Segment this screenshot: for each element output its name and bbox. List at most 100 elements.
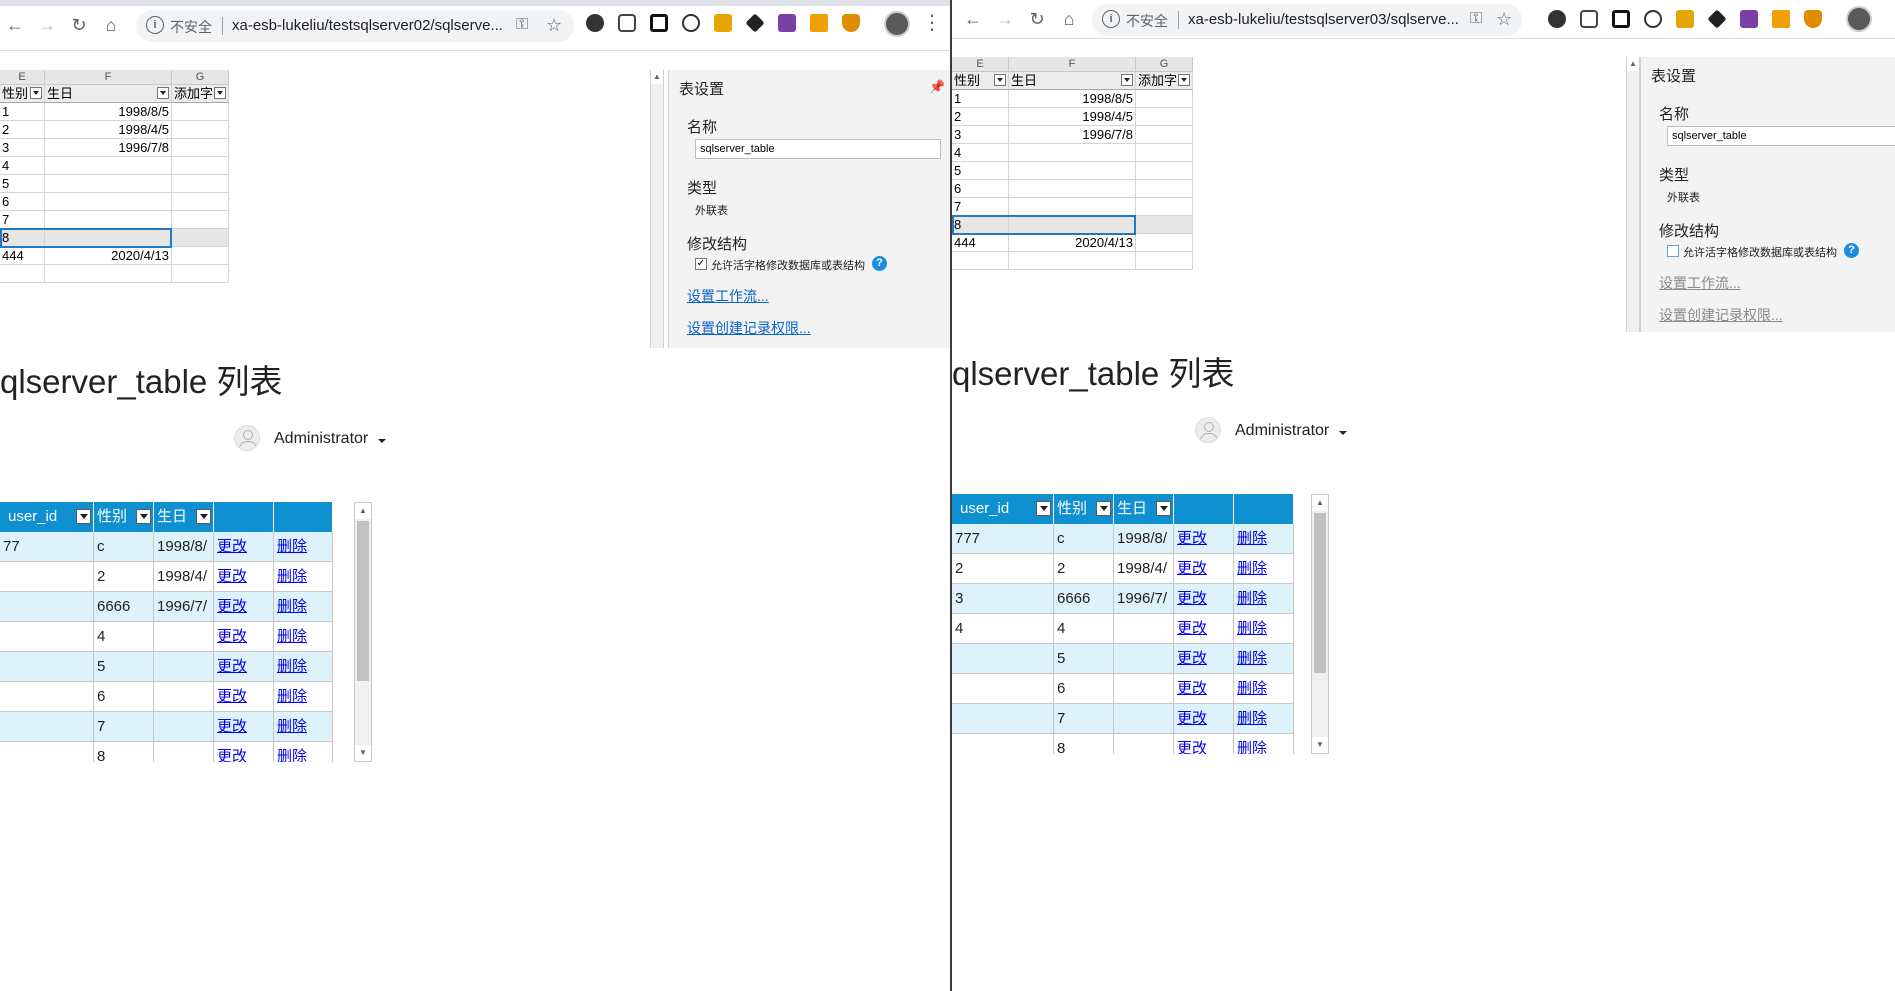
delete-link[interactable]: 删除 <box>277 538 307 555</box>
scroll-down-icon[interactable]: ▼ <box>1312 737 1328 753</box>
allow-modify-checkbox[interactable] <box>1667 245 1679 257</box>
edit-link-cell[interactable]: 更改 <box>214 532 274 562</box>
sheet-cell[interactable]: 3 <box>952 126 1009 144</box>
sheet-cell[interactable]: 1998/8/5 <box>45 103 172 121</box>
delete-link-cell[interactable]: 删除 <box>274 622 333 652</box>
sheet-cell[interactable] <box>1136 216 1193 234</box>
sheet-header-cell[interactable]: 生日 <box>45 85 172 103</box>
sheet-cell[interactable]: 2 <box>0 121 45 139</box>
workflow-link[interactable]: 设置工作流... <box>687 286 769 306</box>
filter-dropdown-icon[interactable] <box>136 509 151 524</box>
address-bar[interactable]: i 不安全 xa-esb-lukeliu/testsqlserver02/sql… <box>136 10 574 42</box>
sheet-cell[interactable] <box>1136 252 1193 270</box>
delete-link[interactable]: 删除 <box>277 658 307 675</box>
scroll-up-icon[interactable]: ▲ <box>1312 495 1328 511</box>
sheet-cell[interactable]: 5 <box>0 175 45 193</box>
sheet-cell[interactable] <box>45 193 172 211</box>
sheet-header-cell[interactable]: 生日 <box>1009 72 1136 90</box>
delete-link[interactable]: 删除 <box>1237 590 1267 607</box>
delete-link-cell[interactable]: 删除 <box>274 592 333 622</box>
pocket-icon[interactable] <box>1580 10 1598 28</box>
onenote-icon[interactable] <box>778 14 796 32</box>
delete-link-cell[interactable]: 删除 <box>274 562 333 592</box>
list-scrollbar[interactable]: ▲ ▼ <box>354 502 372 762</box>
delete-link[interactable]: 删除 <box>277 628 307 645</box>
edit-link[interactable]: 更改 <box>1177 710 1207 727</box>
edit-link[interactable]: 更改 <box>217 628 247 645</box>
delete-link-cell[interactable]: 删除 <box>1234 674 1294 704</box>
list-header-cell[interactable]: 性别 <box>1054 494 1114 524</box>
extension-icon-5[interactable] <box>1676 10 1694 28</box>
delete-link-cell[interactable]: 删除 <box>274 652 333 682</box>
edit-link-cell[interactable]: 更改 <box>1174 704 1234 734</box>
delete-link[interactable]: 删除 <box>277 748 307 762</box>
sheet-cell[interactable] <box>952 252 1009 270</box>
sheet-cell[interactable] <box>1136 180 1193 198</box>
scroll-up-icon[interactable]: ▲ <box>651 70 663 84</box>
filter-dropdown-icon[interactable] <box>214 87 226 99</box>
forward-icon[interactable]: → <box>36 14 58 36</box>
edit-link-cell[interactable]: 更改 <box>1174 584 1234 614</box>
sheet-cell[interactable] <box>0 265 45 283</box>
sheet-cell[interactable]: 6 <box>952 180 1009 198</box>
extension-icon-3[interactable] <box>650 14 668 32</box>
filter-dropdown-icon[interactable] <box>1096 501 1111 516</box>
sheet-cell[interactable]: 8 <box>0 229 45 247</box>
sheet-cell[interactable] <box>172 229 229 247</box>
sheet-scrollbar[interactable]: ▲ <box>650 70 664 348</box>
delete-link-cell[interactable]: 删除 <box>1234 614 1294 644</box>
list-header-cell[interactable]: user_id <box>0 502 94 532</box>
user-menu[interactable]: Administrator <box>1195 417 1355 447</box>
menu-icon[interactable]: ⋮ <box>922 12 942 34</box>
reload-icon[interactable]: ↻ <box>68 14 90 36</box>
list-header-cell[interactable]: user_id <box>952 494 1054 524</box>
column-header-f[interactable]: F <box>1009 57 1136 72</box>
delete-link[interactable]: 删除 <box>1237 530 1267 547</box>
edit-link[interactable]: 更改 <box>217 688 247 705</box>
delete-link-cell[interactable]: 删除 <box>274 712 333 742</box>
extension-icon-1[interactable] <box>1548 10 1566 28</box>
sheet-cell[interactable] <box>1009 144 1136 162</box>
edit-link[interactable]: 更改 <box>217 718 247 735</box>
sheet-cell[interactable] <box>1136 108 1193 126</box>
edit-link-cell[interactable]: 更改 <box>1174 644 1234 674</box>
extension-icon-9[interactable] <box>1804 10 1822 28</box>
edit-link-cell[interactable]: 更改 <box>214 562 274 592</box>
edit-link[interactable]: 更改 <box>1177 740 1207 754</box>
edit-link[interactable]: 更改 <box>1177 650 1207 667</box>
extension-icon-8[interactable] <box>810 14 828 32</box>
extension-icon-1[interactable] <box>586 14 604 32</box>
sheet-cell[interactable] <box>45 211 172 229</box>
filter-dropdown-icon[interactable] <box>994 74 1006 86</box>
create-permission-link[interactable]: 设置创建记录权限... <box>1659 305 1783 325</box>
home-icon[interactable]: ⌂ <box>1058 8 1080 30</box>
list-scrollbar[interactable]: ▲ ▼ <box>1311 494 1329 754</box>
sheet-cell[interactable]: 1 <box>952 90 1009 108</box>
cloud-icon[interactable] <box>1644 10 1662 28</box>
sheet-cell[interactable]: 8 <box>952 216 1009 234</box>
edit-link-cell[interactable]: 更改 <box>214 592 274 622</box>
column-header-f[interactable]: F <box>45 70 172 85</box>
delete-link[interactable]: 删除 <box>1237 680 1267 697</box>
list-header-cell[interactable]: 性别 <box>94 502 154 532</box>
sheet-cell[interactable]: 1998/8/5 <box>1009 90 1136 108</box>
address-bar[interactable]: i 不安全 xa-esb-lukeliu/testsqlserver03/sql… <box>1092 4 1522 36</box>
sheet-header-cell[interactable]: 性别 <box>952 72 1009 90</box>
key-icon[interactable]: ⚿ <box>1470 10 1482 28</box>
workflow-link[interactable]: 设置工作流... <box>1659 273 1741 293</box>
sheet-scrollbar[interactable]: ▲ <box>1626 57 1640 332</box>
delete-link[interactable]: 删除 <box>1237 710 1267 727</box>
delete-link[interactable]: 删除 <box>277 598 307 615</box>
edit-link-cell[interactable]: 更改 <box>1174 734 1234 754</box>
extension-icon-8[interactable] <box>1772 10 1790 28</box>
filter-dropdown-icon[interactable] <box>30 87 42 99</box>
filter-dropdown-icon[interactable] <box>196 509 211 524</box>
sheet-cell[interactable] <box>1136 144 1193 162</box>
profile-avatar[interactable] <box>1846 6 1872 32</box>
filter-dropdown-icon[interactable] <box>1036 501 1051 516</box>
delete-link[interactable]: 删除 <box>277 568 307 585</box>
scroll-up-icon[interactable]: ▲ <box>1627 57 1639 71</box>
sheet-header-cell[interactable]: 添加字 <box>172 85 229 103</box>
help-icon[interactable]: ? <box>1844 243 1859 258</box>
sheet-cell[interactable] <box>45 175 172 193</box>
